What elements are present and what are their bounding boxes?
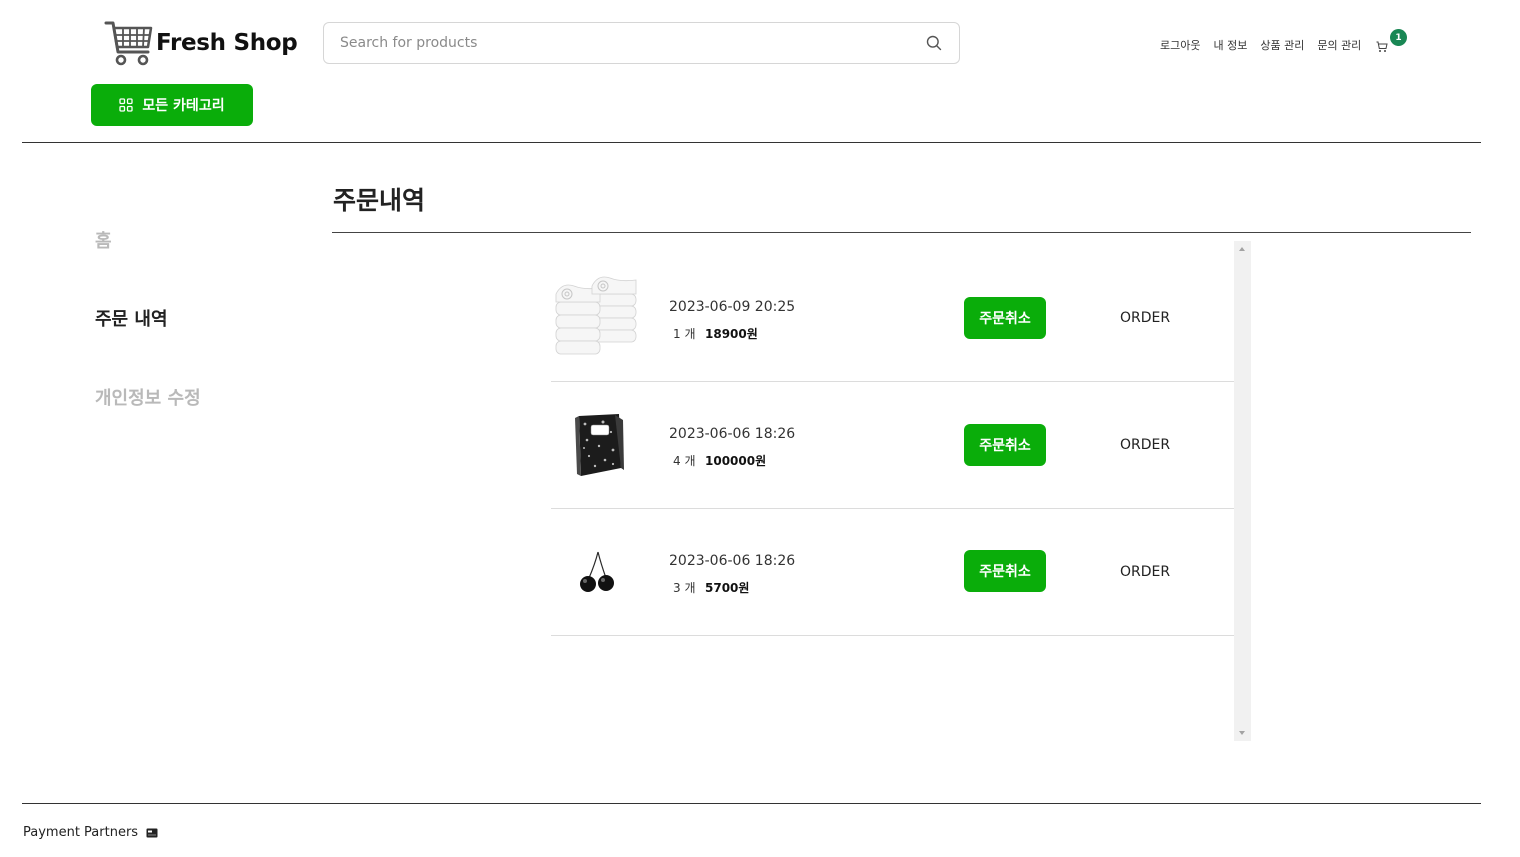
header-divider <box>22 142 1481 143</box>
order-price: 5700원 <box>705 581 750 595</box>
cancel-order-button[interactable]: 주문취소 <box>964 297 1046 339</box>
all-categories-label: 모든 카테고리 <box>142 98 225 114</box>
cancel-order-button[interactable]: 주문취소 <box>964 550 1046 592</box>
cart-logo-icon <box>104 21 153 66</box>
inquiry-manage-link[interactable]: 문의 관리 <box>1317 37 1361 53</box>
order-quantity: 4 개 <box>673 454 696 468</box>
order-list-scrollbar[interactable] <box>1234 241 1251 741</box>
order-price: 18900원 <box>705 327 758 341</box>
title-divider <box>332 232 1471 233</box>
notebook-icon <box>551 399 643 491</box>
product-manage-link[interactable]: 상품 관리 <box>1260 37 1304 53</box>
order-status: ORDER <box>1120 310 1171 326</box>
order-list: 2023-06-09 20:25 1 개 18900원 주문취소 ORDER 2… <box>551 241 1251 741</box>
sidebar-item-orders[interactable]: 주문 내역 <box>95 305 168 331</box>
top-nav: 로그아웃 내 정보 상품 관리 문의 관리 <box>1160 37 1392 53</box>
my-info-link[interactable]: 내 정보 <box>1213 37 1247 53</box>
search-input[interactable] <box>324 23 925 63</box>
all-categories-button[interactable]: 모든 카테고리 <box>91 84 253 126</box>
order-date: 2023-06-09 20:25 <box>669 299 796 315</box>
scroll-up-arrow-icon[interactable] <box>1239 247 1245 251</box>
order-row: 2023-06-06 18:26 4 개 100000원 주문취소 ORDER <box>551 382 1234 509</box>
order-row: 2023-06-06 18:26 3 개 5700원 주문취소 ORDER <box>551 509 1234 636</box>
order-quantity: 3 개 <box>673 581 696 595</box>
sidebar-item-profile-edit[interactable]: 개인정보 수정 <box>95 384 201 410</box>
cherry-icon <box>551 526 643 618</box>
towel-icon <box>551 272 643 364</box>
order-status: ORDER <box>1120 437 1171 453</box>
brand-name: Fresh Shop <box>156 30 298 56</box>
scroll-down-arrow-icon[interactable] <box>1239 731 1245 735</box>
brand-logo[interactable]: Fresh Shop <box>104 18 298 68</box>
search-icon[interactable] <box>925 34 943 52</box>
sidebar-item-home[interactable]: 홈 <box>95 227 112 253</box>
cart-count-badge: 1 <box>1390 29 1407 46</box>
order-row: 2023-06-09 20:25 1 개 18900원 주문취소 ORDER <box>551 255 1234 382</box>
order-price: 100000원 <box>705 454 767 468</box>
grid-icon <box>119 98 134 112</box>
order-status: ORDER <box>1120 564 1171 580</box>
order-quantity: 1 개 <box>673 327 696 341</box>
order-date: 2023-06-06 18:26 <box>669 426 796 442</box>
payment-partners-label: Payment Partners <box>23 825 139 840</box>
logout-link[interactable]: 로그아웃 <box>1160 37 1200 53</box>
cancel-order-button[interactable]: 주문취소 <box>964 424 1046 466</box>
page-title: 주문내역 <box>333 186 426 215</box>
search-bar <box>323 22 960 64</box>
order-date: 2023-06-06 18:26 <box>669 553 796 569</box>
footer-divider <box>22 803 1481 804</box>
payment-card-icon <box>146 828 158 838</box>
